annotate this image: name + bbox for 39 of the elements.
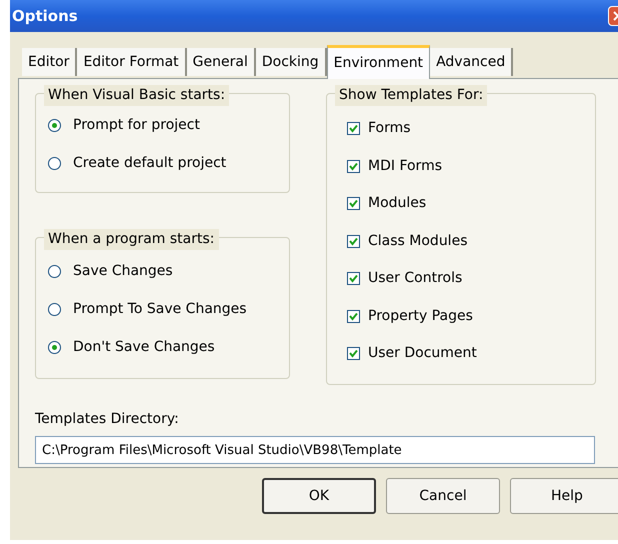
radio-button[interactable] <box>48 156 61 170</box>
tab[interactable]: Editor <box>22 48 78 76</box>
checkbox[interactable] <box>347 347 360 360</box>
checkbox-label: User Controls <box>368 269 462 288</box>
radio-button[interactable] <box>48 302 61 316</box>
checkbox-label: Modules <box>368 194 426 214</box>
radio-label: Prompt for project <box>73 116 200 134</box>
radio-label: Prompt To Save Changes <box>73 300 247 318</box>
checkbox-label: Forms <box>368 119 411 138</box>
radio-button[interactable] <box>48 264 61 278</box>
dialog-button[interactable]: OK <box>262 478 376 514</box>
radio-button[interactable] <box>48 340 61 354</box>
checkbox[interactable] <box>347 197 360 210</box>
tab[interactable]: General <box>186 48 256 76</box>
checkbox[interactable] <box>347 122 360 136</box>
checkbox-label: User Document <box>368 344 477 364</box>
tab[interactable]: Editor Format <box>77 48 187 76</box>
group-title: Show Templates For: <box>335 85 488 106</box>
checkbox[interactable] <box>347 272 360 286</box>
radio-button[interactable] <box>48 118 61 132</box>
dialog-button[interactable]: Help <box>510 478 618 514</box>
checkbox-label: Class Modules <box>368 232 468 251</box>
window-title: Options <box>12 6 78 27</box>
group-title: When Visual Basic starts: <box>44 85 230 106</box>
tab[interactable]: Advanced <box>430 48 514 76</box>
templates-directory-field[interactable]: C:\Program Files\Microsoft Visual Studio\VB98\Template <box>35 436 595 464</box>
dialog-button[interactable]: Cancel <box>386 478 500 514</box>
radio-label: Create default project <box>73 154 226 172</box>
checkbox[interactable] <box>347 310 360 323</box>
tab[interactable]: Environment <box>326 45 430 79</box>
checkbox[interactable] <box>347 234 360 248</box>
radio-label: Save Changes <box>73 262 173 280</box>
tab[interactable]: Docking <box>256 48 327 76</box>
group-title: When a program starts: <box>44 229 219 250</box>
checkbox-label: MDI Forms <box>368 156 442 176</box>
checkbox[interactable] <box>347 160 360 173</box>
checkbox-label: Property Pages <box>368 306 473 326</box>
templates-directory-label: Templates Directory: <box>35 410 180 429</box>
radio-label: Don't Save Changes <box>73 338 215 356</box>
